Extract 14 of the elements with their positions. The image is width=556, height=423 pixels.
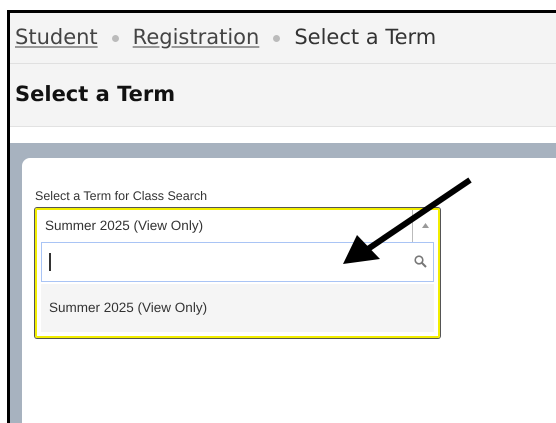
search-field[interactable]	[41, 242, 434, 282]
selected-value: Summer 2025 (View Only)	[44, 216, 204, 235]
term-dropdown[interactable]: Summer 2025 (View Only) Summer 2025 (View Only)	[35, 208, 440, 338]
search-icon	[414, 255, 427, 268]
dropdown-option[interactable]: Summer 2025 (View Only)	[41, 284, 434, 332]
field-label: Select a Term for Class Search	[35, 188, 208, 205]
caret-up-icon	[422, 223, 429, 228]
breadcrumb-link[interactable]: Student	[15, 22, 98, 54]
breadcrumb-link[interactable]: Registration	[132, 22, 260, 54]
separator-dot	[112, 34, 119, 42]
separator-dot	[273, 34, 280, 42]
text-cursor	[49, 252, 51, 271]
page-title: Select a Term	[15, 81, 176, 108]
breadcrumb-current: Select a Term	[294, 24, 436, 52]
